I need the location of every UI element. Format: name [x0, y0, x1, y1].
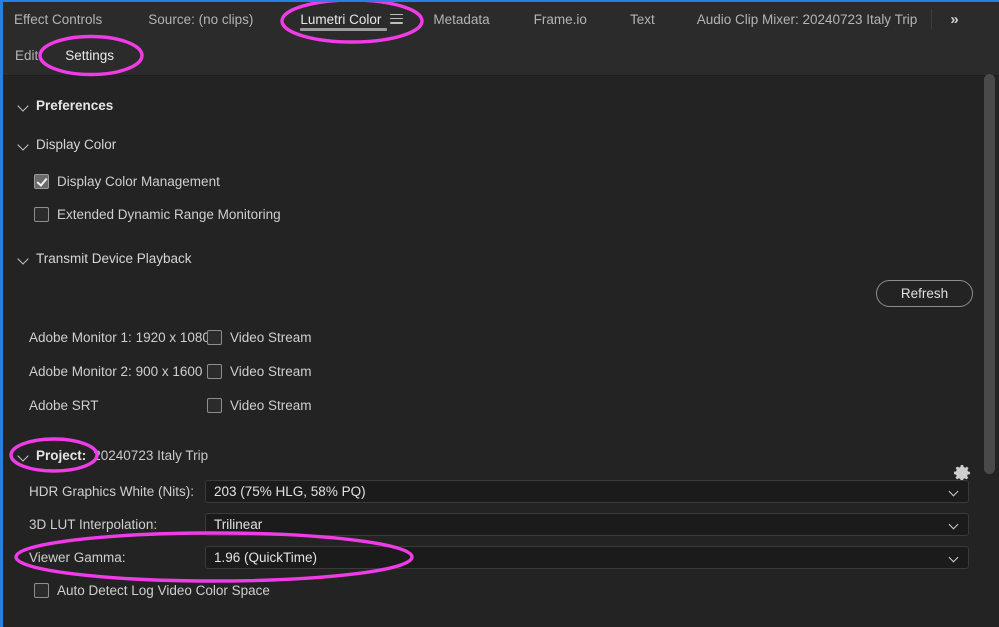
setting-label: 3D LUT Interpolation: — [29, 517, 158, 532]
tab-audio-clip-mixer[interactable]: Audio Clip Mixer: 20240723 Italy Trip — [697, 2, 918, 36]
chevron-down-icon — [950, 521, 959, 530]
checkbox-extended-dynamic-range-monitoring[interactable] — [34, 206, 49, 222]
device-row-monitor-1: Adobe Monitor 1: 1920 x 1080 Video Strea… — [3, 320, 999, 354]
sub-tab-label: Edit — [15, 48, 39, 63]
tab-edit[interactable]: Edit — [15, 36, 38, 76]
tab-label: Source: (no clips) — [148, 11, 254, 27]
device-label: Adobe Monitor 1: 1920 x 1080 — [29, 329, 210, 345]
dropdown-3d-lut-interpolation[interactable]: Trilinear — [205, 513, 969, 536]
dropdown-value: 1.96 (QuickTime) — [214, 550, 318, 565]
chevron-down-icon — [17, 138, 30, 151]
setting-row-3d-lut-interpolation: 3D LUT Interpolation: Trilinear — [3, 508, 999, 541]
checkbox-label: Auto Detect Log Video Color Space — [57, 582, 270, 598]
device-row-adobe-srt: Adobe SRT Video Stream — [3, 388, 999, 422]
checkbox-label: Display Color Management — [57, 173, 220, 189]
checkbox-label: Extended Dynamic Range Monitoring — [57, 206, 281, 222]
hamburger-menu-icon[interactable] — [390, 13, 404, 24]
settings-content: Preferences Display Color Display Color … — [3, 77, 999, 627]
tab-lumetri-color[interactable]: Lumetri Color — [300, 2, 404, 36]
checkbox-auto-detect-log-video-color-space[interactable] — [34, 582, 49, 598]
chevron-down-icon — [17, 252, 30, 265]
setting-label: HDR Graphics White (Nits): — [29, 484, 195, 499]
tab-label: Frame.io — [533, 11, 587, 27]
dropdown-value: Trilinear — [214, 517, 263, 532]
section-header-transmit-device-playback[interactable]: Transmit Device Playback — [3, 245, 999, 271]
section-title: Preferences — [36, 97, 114, 113]
section-title: Project: — [36, 447, 87, 463]
section-header-display-color[interactable]: Display Color — [3, 131, 999, 157]
project-name: 20240723 Italy Trip — [93, 447, 209, 463]
checkbox-row-extended-dynamic-range-monitoring[interactable]: Extended Dynamic Range Monitoring — [3, 200, 999, 228]
project-section: Project: 20240723 Italy Trip HDR Graphic… — [3, 442, 999, 604]
checkbox-label: Video Stream — [230, 329, 312, 345]
dropdown-hdr-graphics-white[interactable]: 203 (75% HLG, 58% PQ) — [205, 480, 969, 503]
transmit-device-list: Adobe Monitor 1: 1920 x 1080 Video Strea… — [3, 320, 999, 422]
setting-row-hdr-graphics-white: HDR Graphics White (Nits): 203 (75% HLG,… — [3, 475, 999, 508]
lumetri-color-panel: Effect Controls Source: (no clips) Lumet… — [0, 0, 999, 627]
tab-frameio[interactable]: Frame.io — [534, 2, 587, 36]
checkbox-label: Video Stream — [230, 363, 312, 379]
chevron-down-icon — [950, 554, 959, 563]
chevron-down-icon — [17, 99, 30, 112]
panel-tab-bar: Effect Controls Source: (no clips) Lumet… — [3, 2, 999, 36]
checkbox-label: Video Stream — [230, 397, 312, 413]
setting-row-viewer-gamma: Viewer Gamma: 1.96 (QuickTime) — [3, 541, 999, 574]
checkbox-row-display-color-management[interactable]: Display Color Management — [3, 167, 999, 195]
active-tab-underline — [300, 28, 388, 31]
tab-label: Audio Clip Mixer: 20240723 Italy Trip — [696, 11, 918, 27]
tab-source[interactable]: Source: (no clips) — [148, 2, 253, 36]
setting-label: Viewer Gamma: — [29, 550, 126, 565]
chevron-down-icon — [17, 449, 30, 462]
video-stream-toggle-adobe-srt[interactable]: Video Stream — [207, 397, 312, 413]
checkbox-row-auto-detect-log-video-color-space[interactable]: Auto Detect Log Video Color Space — [3, 576, 999, 604]
section-title: Transmit Device Playback — [36, 250, 192, 266]
video-stream-toggle-monitor-1[interactable]: Video Stream — [207, 329, 312, 345]
device-row-monitor-2: Adobe Monitor 2: 900 x 1600 Video Stream — [3, 354, 999, 388]
tab-bar-divider — [931, 9, 933, 29]
dropdown-viewer-gamma[interactable]: 1.96 (QuickTime) — [205, 546, 969, 569]
lumetri-sub-tab-bar: Edit Settings — [3, 36, 999, 76]
scrollbar-thumb[interactable] — [984, 74, 995, 474]
video-stream-toggle-monitor-2[interactable]: Video Stream — [207, 363, 312, 379]
section-title: Display Color — [36, 136, 117, 152]
vertical-scrollbar[interactable] — [984, 2, 995, 627]
tab-metadata[interactable]: Metadata — [433, 2, 489, 36]
tab-label: Effect Controls — [14, 11, 103, 27]
tab-effect-controls[interactable]: Effect Controls — [14, 2, 102, 36]
chevron-down-icon — [950, 488, 959, 497]
device-label: Adobe Monitor 2: 900 x 1600 — [29, 363, 203, 379]
tab-text[interactable]: Text — [630, 2, 655, 36]
checkbox-video-stream[interactable] — [207, 363, 222, 379]
checkbox-video-stream[interactable] — [207, 329, 222, 345]
checkbox-video-stream[interactable] — [207, 397, 222, 413]
dropdown-value: 203 (75% HLG, 58% PQ) — [214, 484, 366, 499]
tab-label: Metadata — [433, 11, 490, 27]
tab-label: Lumetri Color — [300, 11, 382, 27]
refresh-button[interactable]: Refresh — [876, 280, 973, 307]
tab-overflow-button[interactable]: » — [942, 11, 965, 28]
sub-tab-label: Settings — [65, 48, 115, 63]
device-label: Adobe SRT — [29, 397, 99, 413]
section-header-project[interactable]: Project: 20240723 Italy Trip — [3, 442, 999, 468]
section-header-preferences[interactable]: Preferences — [3, 92, 999, 118]
tab-settings[interactable]: Settings — [65, 36, 114, 76]
checkbox-display-color-management[interactable] — [34, 173, 49, 189]
tab-label: Text — [629, 11, 655, 27]
